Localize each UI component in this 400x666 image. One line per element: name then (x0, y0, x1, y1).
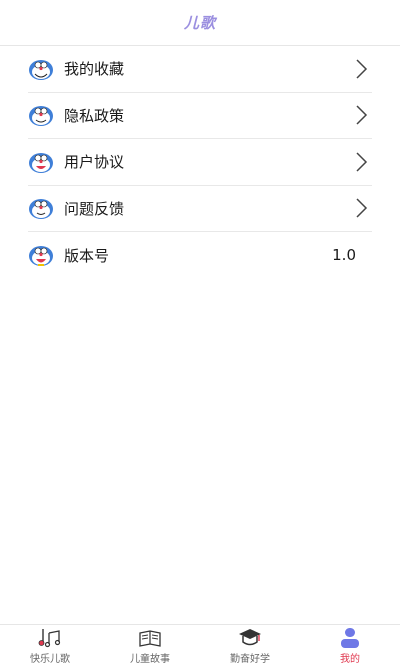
menu-item-privacy-policy[interactable]: 隐私政策 (28, 93, 372, 139)
graduation-cap-icon (239, 629, 261, 646)
chevron-right-icon (356, 152, 368, 172)
tab-label: 快乐儿歌 (30, 654, 70, 665)
settings-menu: 我的收藏 隐私政策 用户协议 问题反馈 版本号 1.0 (0, 46, 400, 279)
chevron-right-icon (356, 198, 368, 218)
tab-nursery-rhymes[interactable]: 快乐儿歌 (0, 625, 100, 666)
page-title: 儿歌 (183, 14, 216, 32)
app-header: 儿歌 (0, 0, 400, 46)
menu-item-label: 问题反馈 (64, 199, 125, 218)
menu-item-feedback[interactable]: 问题反馈 (28, 186, 372, 232)
book-icon (139, 630, 161, 647)
doraemon-icon (29, 246, 53, 267)
menu-item-favorites[interactable]: 我的收藏 (28, 46, 372, 93)
tab-mine[interactable]: 我的 (300, 625, 400, 666)
doraemon-icon (29, 199, 53, 220)
menu-item-label: 隐私政策 (64, 106, 125, 125)
bottom-tab-bar: 快乐儿歌 儿童故事 勤奋好学 我的 (0, 624, 400, 666)
tab-label: 儿童故事 (130, 654, 170, 665)
version-value: 1.0 (332, 246, 356, 265)
chevron-right-icon (356, 105, 368, 125)
chevron-right-icon (356, 59, 368, 79)
tab-kids-stories[interactable]: 儿童故事 (100, 625, 200, 666)
tab-study[interactable]: 勤奋好学 (200, 625, 300, 666)
menu-item-version: 版本号 1.0 (28, 232, 372, 279)
menu-item-user-agreement[interactable]: 用户协议 (28, 139, 372, 186)
user-icon (341, 628, 359, 648)
music-note-icon (38, 629, 61, 648)
tab-label: 勤奋好学 (230, 654, 270, 665)
menu-item-label: 版本号 (64, 246, 110, 265)
doraemon-icon (29, 59, 53, 80)
menu-item-label: 我的收藏 (64, 60, 125, 79)
doraemon-icon (29, 106, 53, 127)
menu-item-label: 用户协议 (64, 153, 125, 172)
doraemon-icon (29, 152, 53, 173)
tab-label: 我的 (340, 654, 360, 665)
